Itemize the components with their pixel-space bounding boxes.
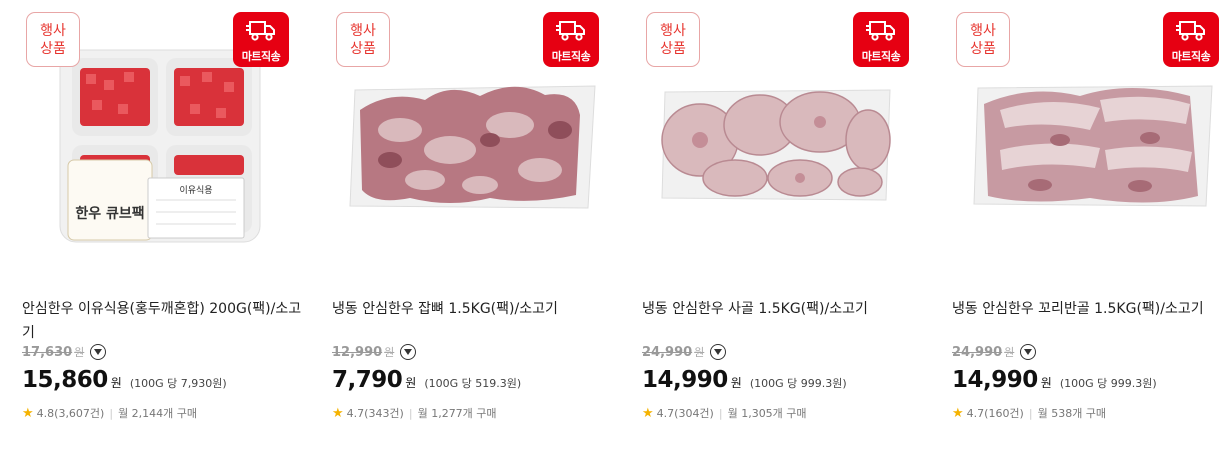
rating-value: 4.7(343건) <box>346 407 404 420</box>
sale-price: 14,990 <box>642 367 728 393</box>
price-unit: 원 <box>110 376 122 390</box>
unit-price: (100G 당 519.3원) <box>424 377 522 390</box>
price-unit: 원 <box>405 376 417 390</box>
sale-price: 14,990 <box>952 367 1038 393</box>
truck-icon <box>556 21 585 41</box>
original-price-unit: 원 <box>384 346 395 359</box>
promo-badge: 행사상품 <box>646 12 700 67</box>
divider: | <box>1028 406 1033 420</box>
sale-price: 15,860 <box>22 367 108 393</box>
divider: | <box>718 406 723 420</box>
chevron-down-circle-icon[interactable] <box>1020 344 1037 360</box>
original-price-unit: 원 <box>1004 346 1015 359</box>
original-price-row: 24,990 원 <box>952 344 1037 360</box>
delivery-badge: 마트직송 <box>853 12 909 67</box>
price-row: 7,790 원 (100G 당 519.3원) <box>332 367 521 393</box>
rating-row: ★ 4.7(160건) | 월 538개 구매 <box>952 405 1106 421</box>
delivery-badge: 마트직송 <box>233 12 289 67</box>
product-card[interactable]: 행사상품 마트직송 냉동 안심한우 사골 1.5KG(팩)/소고기 24,990… <box>640 0 930 451</box>
price-unit: 원 <box>1040 376 1052 390</box>
product-image[interactable]: 행사상품 마트직송 <box>950 0 1227 290</box>
promo-badge-line2: 상품 <box>660 41 686 57</box>
divider: | <box>109 406 114 420</box>
monthly-sales: 월 1,277개 구매 <box>417 407 497 420</box>
promo-badge-line1: 행사 <box>350 23 376 39</box>
original-price-row: 24,990 원 <box>642 344 727 360</box>
chevron-down-circle-icon[interactable] <box>400 344 417 360</box>
rating-value: 4.7(160건) <box>966 407 1024 420</box>
promo-badge: 행사상품 <box>26 12 80 67</box>
rating-row: ★ 4.8(3,607건) | 월 2,144개 구매 <box>22 405 197 421</box>
truck-icon <box>1176 21 1205 41</box>
promo-badge-line2: 상품 <box>350 41 376 57</box>
price-row: 14,990 원 (100G 당 999.3원) <box>952 367 1157 393</box>
promo-badge-line1: 행사 <box>970 23 996 39</box>
star-icon: ★ <box>332 405 344 421</box>
delivery-badge: 마트직송 <box>1163 12 1219 67</box>
delivery-badge-label: 마트직송 <box>551 50 591 63</box>
monthly-sales: 월 2,144개 구매 <box>118 407 198 420</box>
truck-icon <box>246 21 275 41</box>
unit-price: (100G 당 999.3원) <box>1059 377 1157 390</box>
original-price-row: 12,990 원 <box>332 344 417 360</box>
product-name[interactable]: 냉동 안심한우 꼬리반골 1.5KG(팩)/소고기 <box>952 297 1227 321</box>
image-label-sub: 이유식용 <box>179 185 212 196</box>
original-price-row: 17,630 원 <box>22 344 107 360</box>
product-name[interactable]: 냉동 안심한우 잡뼈 1.5KG(팩)/소고기 <box>332 297 617 321</box>
rating-value: 4.7(304건) <box>656 407 714 420</box>
original-price: 17,630 <box>22 344 73 360</box>
rating-row: ★ 4.7(343건) | 월 1,277개 구매 <box>332 405 497 421</box>
product-image[interactable]: 한우 큐브팩 이유식용 행사상품 마트직송 <box>20 0 310 290</box>
chevron-down-circle-icon[interactable] <box>710 344 727 360</box>
product-card[interactable]: 행사상품 마트직송 냉동 안심한우 잡뼈 1.5KG(팩)/소고기 12,990… <box>330 0 620 451</box>
unit-price: (100G 당 7,930원) <box>129 377 227 390</box>
original-price: 24,990 <box>952 344 1003 360</box>
delivery-badge-label: 마트직송 <box>1171 50 1211 63</box>
star-icon: ★ <box>22 405 34 421</box>
rating-row: ★ 4.7(304건) | 월 1,305개 구매 <box>642 405 807 421</box>
original-price: 12,990 <box>332 344 383 360</box>
price-row: 14,990 원 (100G 당 999.3원) <box>642 367 847 393</box>
promo-badge-line1: 행사 <box>660 23 686 39</box>
image-label-main: 한우 큐브팩 <box>75 205 144 222</box>
original-price-unit: 원 <box>694 346 705 359</box>
delivery-badge-label: 마트직송 <box>241 50 281 63</box>
product-image[interactable]: 행사상품 마트직송 <box>330 0 620 290</box>
product-card[interactable]: 행사상품 마트직송 냉동 안심한우 꼬리반골 1.5KG(팩)/소고기 24,9… <box>950 0 1227 451</box>
truck-icon <box>866 21 895 41</box>
chevron-down-circle-icon[interactable] <box>90 344 107 360</box>
product-name[interactable]: 냉동 안심한우 사골 1.5KG(팩)/소고기 <box>642 297 927 321</box>
monthly-sales: 월 1,305개 구매 <box>727 407 807 420</box>
promo-badge-line2: 상품 <box>40 41 66 57</box>
divider: | <box>408 406 413 420</box>
price-unit: 원 <box>730 376 742 390</box>
star-icon: ★ <box>642 405 654 421</box>
original-price: 24,990 <box>642 344 693 360</box>
promo-badge: 행사상품 <box>956 12 1010 67</box>
delivery-badge-label: 마트직송 <box>861 50 901 63</box>
star-icon: ★ <box>952 405 964 421</box>
delivery-badge: 마트직송 <box>543 12 599 67</box>
price-row: 15,860 원 (100G 당 7,930원) <box>22 367 227 393</box>
product-name[interactable]: 안심한우 이유식용(홍두깨혼합) 200G(팩)/소고기 <box>22 297 307 345</box>
product-card[interactable]: 한우 큐브팩 이유식용 행사상품 마트직송 안심한우 이유식용(홍두깨혼합) 2… <box>20 0 310 451</box>
promo-badge-line1: 행사 <box>40 23 66 39</box>
unit-price: (100G 당 999.3원) <box>749 377 847 390</box>
promo-badge: 행사상품 <box>336 12 390 67</box>
original-price-unit: 원 <box>74 346 85 359</box>
promo-badge-line2: 상품 <box>970 41 996 57</box>
monthly-sales: 월 538개 구매 <box>1037 407 1107 420</box>
sale-price: 7,790 <box>332 367 403 393</box>
product-image[interactable]: 행사상품 마트직송 <box>640 0 930 290</box>
rating-value: 4.8(3,607건) <box>36 407 105 420</box>
